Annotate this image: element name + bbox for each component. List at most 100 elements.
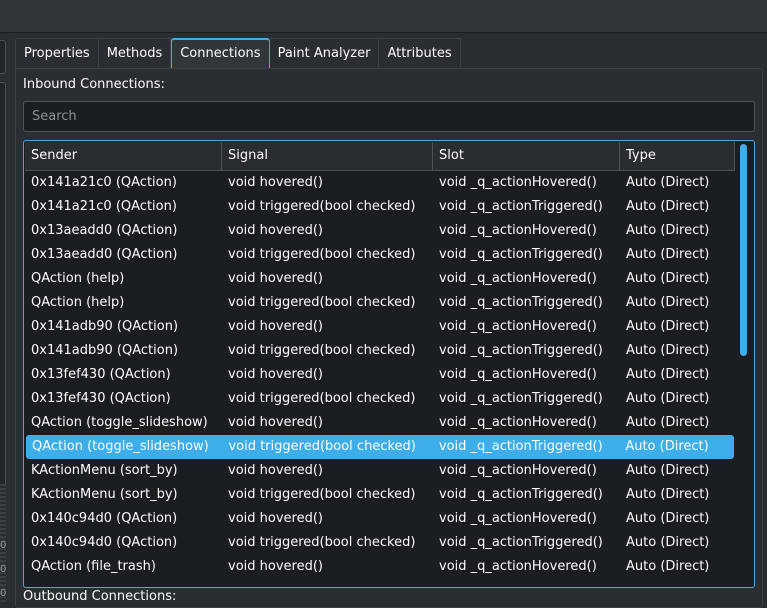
cell-signal: void triggered(bool checked) xyxy=(228,439,416,454)
table-row[interactable]: QAction (help) void hovered() void _q_acti… xyxy=(25,267,735,291)
cell-type: Auto (Direct) xyxy=(626,487,710,502)
table-row[interactable]: 0x140c94d0 (QAction) void hovered() void _… xyxy=(25,507,735,531)
table-row[interactable]: QAction (toggle_slideshow) void hovered()… xyxy=(25,411,735,435)
table-body: 0x141a21c0 (QAction) void hovered() void _… xyxy=(25,171,735,579)
left-pane-digit: 0 xyxy=(0,564,6,575)
cell-sender: 0x141adb90 (QAction) xyxy=(31,319,179,334)
cell-sender: 0x13fef430 (QAction) xyxy=(31,391,171,406)
cell-slot: void _q_actionTriggered() xyxy=(439,247,603,262)
cell-signal: void hovered() xyxy=(228,511,323,526)
cell-sender: QAction (help) xyxy=(31,295,125,310)
table-row[interactable]: 0x13aeadd0 (QAction) void triggered(bool … xyxy=(25,243,735,267)
window-top-bar xyxy=(0,0,767,33)
table-row[interactable]: 0x141adb90 (QAction) void triggered(bool … xyxy=(25,339,735,363)
cell-sender: 0x140c94d0 (QAction) xyxy=(31,511,178,526)
cell-slot: void _q_actionHovered() xyxy=(439,367,597,382)
inbound-connections-label: Inbound Connections: xyxy=(23,77,165,92)
table-row[interactable]: 0x141a21c0 (QAction) void hovered() void _… xyxy=(25,171,735,195)
table-row[interactable]: 0x140c94d0 (QAction) void triggered(bool … xyxy=(25,531,735,555)
cell-signal: void hovered() xyxy=(228,463,323,478)
table-scrollbar[interactable] xyxy=(737,141,752,585)
cell-signal: void triggered(bool checked) xyxy=(228,343,416,358)
cell-sender: 0x140c94d0 (QAction) xyxy=(31,535,178,550)
cell-sender: QAction (help) xyxy=(31,271,125,286)
tab-connections[interactable]: Connections xyxy=(171,38,270,69)
tab-properties[interactable]: Properties xyxy=(15,38,99,69)
cell-slot: void _q_actionTriggered() xyxy=(439,295,603,310)
cell-sender: QAction (file_trash) xyxy=(31,559,156,574)
column-header-sender[interactable]: Sender xyxy=(25,142,222,170)
cell-sender: 0x13aeadd0 (QAction) xyxy=(31,223,178,238)
table-row[interactable]: 0x13aeadd0 (QAction) void hovered() void _… xyxy=(25,219,735,243)
inbound-connections-table[interactable]: Sender Signal Slot Type 0x141a21c0 (QAct… xyxy=(23,140,755,588)
cell-sender: KActionMenu (sort_by) xyxy=(31,487,178,502)
cell-signal: void triggered(bool checked) xyxy=(228,391,416,406)
cell-signal: void hovered() xyxy=(228,175,323,190)
cell-signal: void triggered(bool checked) xyxy=(228,535,416,550)
cell-sender: 0x141a21c0 (QAction) xyxy=(31,199,177,214)
cell-signal: void hovered() xyxy=(228,415,323,430)
tab-attributes[interactable]: Attributes xyxy=(379,38,461,69)
cell-slot: void _q_actionHovered() xyxy=(439,223,597,238)
table-row[interactable]: 0x141adb90 (QAction) void hovered() void _… xyxy=(25,315,735,339)
cell-type: Auto (Direct) xyxy=(626,175,710,190)
cell-slot: void _q_actionHovered() xyxy=(439,271,597,286)
cell-type: Auto (Direct) xyxy=(626,559,710,574)
cell-signal: void hovered() xyxy=(228,367,323,382)
column-header-signal[interactable]: Signal xyxy=(222,142,433,170)
table-row[interactable]: QAction (help) void triggered(bool checke… xyxy=(25,291,735,315)
cell-type: Auto (Direct) xyxy=(626,295,710,310)
cell-slot: void _q_actionHovered() xyxy=(439,511,597,526)
table-row[interactable]: 0x13fef430 (QAction) void triggered(bool … xyxy=(25,387,735,411)
cell-type: Auto (Direct) xyxy=(626,415,710,430)
cell-signal: void hovered() xyxy=(228,319,323,334)
scrollbar-thumb[interactable] xyxy=(740,144,747,356)
tab-bar: Properties Methods Connections Paint Ana… xyxy=(15,38,461,69)
table-row[interactable]: QAction (file_trash) void hovered() void _… xyxy=(25,555,735,579)
cell-signal: void hovered() xyxy=(228,271,323,286)
cell-slot: void _q_actionHovered() xyxy=(439,559,597,574)
cell-slot: void _q_actionHovered() xyxy=(439,319,597,334)
cell-type: Auto (Direct) xyxy=(626,511,710,526)
cell-type: Auto (Direct) xyxy=(625,439,709,454)
cell-sender: 0x13aeadd0 (QAction) xyxy=(31,247,178,262)
table-row[interactable]: 0x13fef430 (QAction) void hovered() void _… xyxy=(25,363,735,387)
table-row[interactable]: KActionMenu (sort_by) void hovered() void … xyxy=(25,459,735,483)
left-pane-digit: 0 xyxy=(0,540,6,551)
cell-signal: void hovered() xyxy=(228,223,323,238)
table-row[interactable]: 0x141a21c0 (QAction) void triggered(bool … xyxy=(25,195,735,219)
search-input[interactable] xyxy=(23,101,755,132)
cell-type: Auto (Direct) xyxy=(626,247,710,262)
column-header-type[interactable]: Type xyxy=(620,142,735,170)
tab-methods[interactable]: Methods xyxy=(98,38,172,69)
cell-sender: QAction (toggle_slideshow) xyxy=(31,415,208,430)
cell-type: Auto (Direct) xyxy=(626,463,710,478)
cell-slot: void _q_actionTriggered() xyxy=(438,439,603,454)
cell-signal: void triggered(bool checked) xyxy=(228,199,416,214)
cell-slot: void _q_actionTriggered() xyxy=(439,343,603,358)
column-header-slot[interactable]: Slot xyxy=(433,142,620,170)
cell-type: Auto (Direct) xyxy=(626,319,710,334)
cell-slot: void _q_actionHovered() xyxy=(439,175,597,190)
cell-slot: void _q_actionTriggered() xyxy=(439,535,603,550)
tab-paint-analyzer[interactable]: Paint Analyzer xyxy=(269,38,380,69)
table-row[interactable]: QAction (toggle_slideshow) void triggered… xyxy=(26,435,734,459)
outbound-connections-label: Outbound Connections: xyxy=(23,589,177,604)
cell-slot: void _q_actionTriggered() xyxy=(439,487,603,502)
cell-type: Auto (Direct) xyxy=(626,391,710,406)
cell-type: Auto (Direct) xyxy=(626,343,710,358)
cell-slot: void _q_actionHovered() xyxy=(439,463,597,478)
cell-signal: void triggered(bool checked) xyxy=(228,247,416,262)
cell-type: Auto (Direct) xyxy=(626,535,710,550)
cell-signal: void triggered(bool checked) xyxy=(228,487,416,502)
cell-type: Auto (Direct) xyxy=(626,199,710,214)
cell-type: Auto (Direct) xyxy=(626,367,710,382)
table-row[interactable]: KActionMenu (sort_by) void triggered(bool… xyxy=(25,483,735,507)
cell-slot: void _q_actionTriggered() xyxy=(439,199,603,214)
cell-slot: void _q_actionHovered() xyxy=(439,415,597,430)
cell-sender: QAction (toggle_slideshow) xyxy=(32,439,209,454)
cell-sender: 0x141a21c0 (QAction) xyxy=(31,175,177,190)
cell-sender: 0x13fef430 (QAction) xyxy=(31,367,171,382)
left-pane-toolbar xyxy=(0,40,6,74)
left-pane-digit: 0 xyxy=(0,588,6,599)
